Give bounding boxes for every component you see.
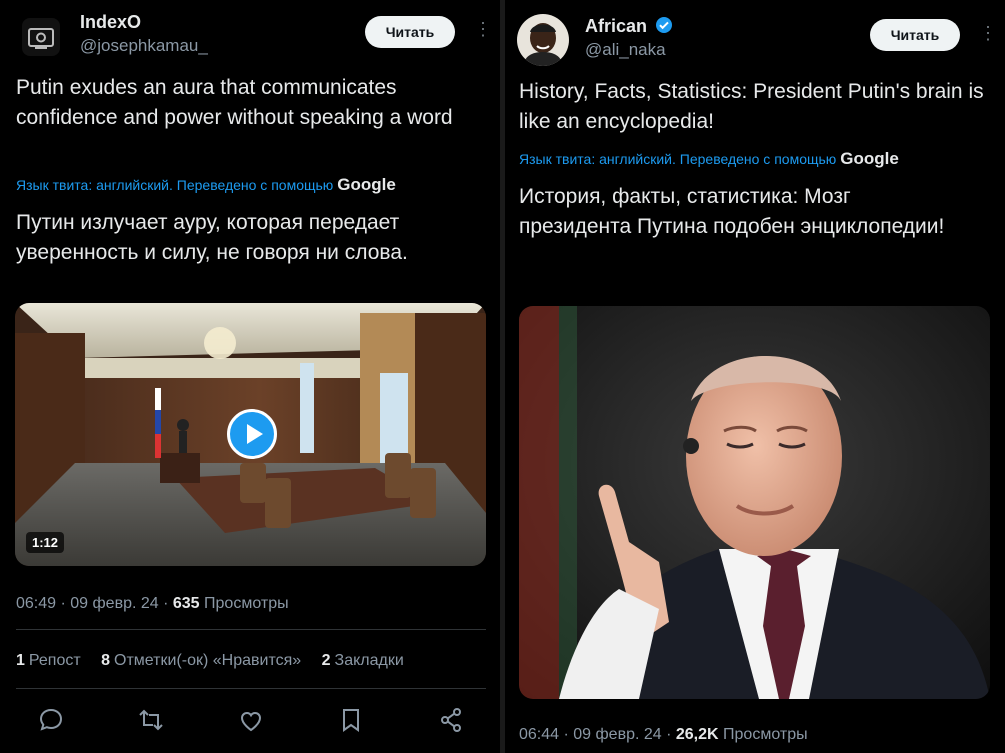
tweet-meta: 06:44 · 09 февр. 24 · 26,2K Просмотры	[519, 726, 808, 744]
avatar-logo-icon	[28, 28, 54, 49]
views-label: Просмотры	[204, 595, 289, 612]
repost-icon[interactable]	[137, 706, 165, 734]
tweet-text-original: History, Facts, Statistics: President Pu…	[519, 80, 984, 133]
views-count: 26,2K	[675, 726, 719, 743]
verified-badge-icon	[656, 17, 673, 33]
share-icon[interactable]	[437, 706, 465, 734]
reply-icon[interactable]	[37, 706, 65, 734]
video-player[interactable]: 1:12	[15, 303, 486, 566]
timestamp[interactable]: 06:49 · 09 февр. 24 ·	[16, 595, 168, 612]
play-icon	[247, 424, 263, 444]
reposts-stat[interactable]: 1 Репост	[16, 652, 81, 669]
video-duration: 1:12	[26, 532, 65, 553]
google-brand: Google	[840, 149, 899, 168]
bookmarks-stat[interactable]: 2 Закладки	[322, 652, 404, 669]
tweet-photo[interactable]	[519, 306, 990, 699]
tweet-text-translated: История, факты, статистика: Мозг президе…	[519, 185, 945, 238]
divider	[16, 688, 486, 689]
photo-image	[519, 306, 990, 699]
divider	[16, 629, 486, 630]
translation-note[interactable]: Язык твита: английский. Переведено с пом…	[16, 175, 396, 195]
like-icon[interactable]	[237, 706, 265, 734]
follow-button[interactable]: Читать	[365, 16, 455, 48]
avatar[interactable]	[22, 18, 60, 56]
play-button[interactable]	[227, 409, 277, 459]
user-handle[interactable]: @ali_naka	[585, 40, 666, 60]
translation-note-text: Язык твита: английский. Переведено с пом…	[16, 177, 334, 193]
tweet-right: African @ali_naka Читать ⋮ History, Fact…	[505, 0, 1005, 753]
user-handle[interactable]: @josephkamau_	[80, 36, 208, 56]
tweet-meta: 06:49 · 09 февр. 24 · 635 Просмотры	[16, 595, 289, 613]
engagement-stats: 1 Репост 8 Отметки(-ок) «Нравится» 2 Заклад…	[16, 652, 420, 670]
tweet-text-translated: Путин излучает ауру, которая передает ув…	[16, 211, 408, 264]
tweet-left: IndexO @josephkamau_ Читать ⋮ Putin exud…	[0, 0, 500, 753]
avatar-portrait	[523, 23, 563, 66]
timestamp[interactable]: 06:44 · 09 февр. 24 ·	[519, 726, 671, 743]
translation-note[interactable]: Язык твита: английский. Переведено с пом…	[519, 149, 899, 169]
more-options-icon[interactable]: ⋮	[979, 24, 997, 42]
user-name[interactable]: African	[585, 16, 673, 37]
likes-stat[interactable]: 8 Отметки(-ок) «Нравится»	[101, 652, 301, 669]
google-brand: Google	[337, 175, 396, 194]
more-options-icon[interactable]: ⋮	[474, 20, 492, 38]
views-count: 635	[172, 595, 200, 612]
views-label: Просмотры	[723, 726, 808, 743]
bookmark-icon[interactable]	[337, 706, 365, 734]
avatar[interactable]	[517, 14, 569, 66]
follow-button[interactable]: Читать	[870, 19, 960, 51]
tweet-text-original: Putin exudes an aura that communicates c…	[16, 76, 453, 129]
user-name[interactable]: IndexO	[80, 12, 141, 33]
translation-note-text: Язык твита: английский. Переведено с пом…	[519, 151, 837, 167]
